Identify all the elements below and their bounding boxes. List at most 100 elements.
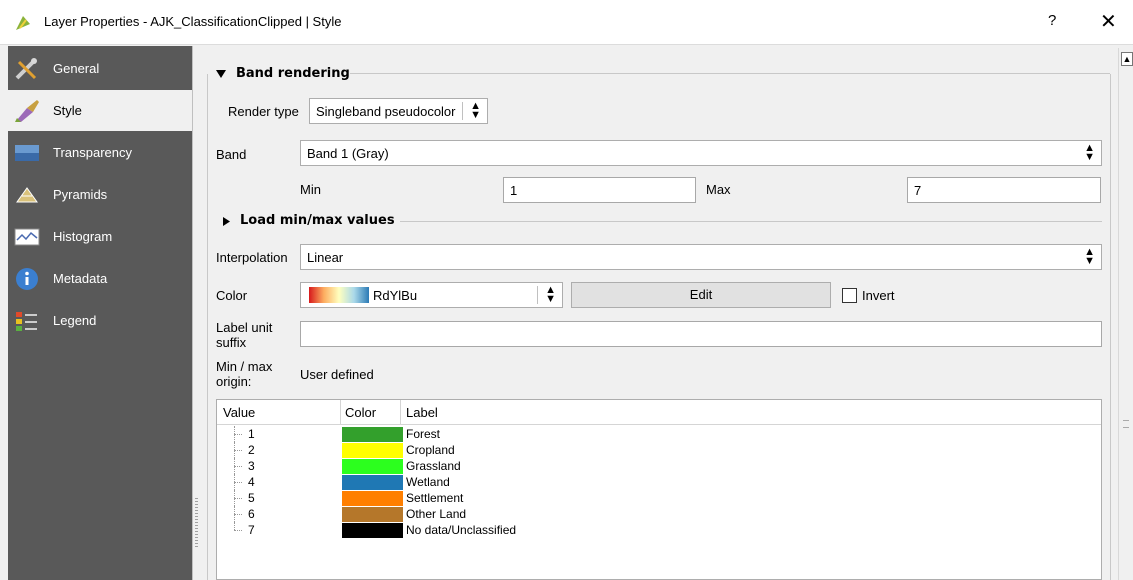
render-type-value: Singleband pseudocolor (316, 104, 456, 119)
transparency-icon (15, 145, 39, 161)
invert-label: Invert (862, 288, 895, 303)
class-value[interactable]: 6 (248, 506, 255, 522)
spin-arrows-icon: ▲ ▼ (1084, 246, 1095, 267)
table-row[interactable]: 2 Cropland (217, 442, 1101, 458)
class-color-swatch[interactable] (342, 459, 403, 474)
class-label[interactable]: Grassland (406, 458, 461, 474)
header-divider[interactable] (340, 400, 341, 424)
tree-connector (231, 522, 245, 538)
scroll-grip[interactable] (1123, 420, 1129, 428)
legend-icon (16, 312, 37, 331)
class-color-swatch[interactable] (342, 523, 403, 538)
class-color-swatch[interactable] (342, 491, 403, 506)
sidebar-item-style[interactable]: Style (8, 90, 192, 131)
invert-checkbox[interactable] (842, 288, 857, 303)
combo-separator (537, 286, 538, 304)
table-row[interactable]: 7 No data/Unclassified (217, 522, 1101, 538)
band-select[interactable]: Band 1 (Gray) ▲ ▼ (300, 140, 1102, 166)
interpolation-value: Linear (307, 250, 344, 265)
color-ramp-select[interactable]: RdYlBu ▲ ▼ (300, 282, 563, 308)
header-divider[interactable] (400, 400, 401, 424)
edit-button[interactable]: Edit (571, 282, 831, 308)
qgis-app-icon (16, 16, 30, 30)
class-label[interactable]: Wetland (406, 474, 450, 490)
title-bar: Layer Properties - AJK_ClassificationCli… (0, 0, 1133, 45)
table-header: Value Color Label (217, 400, 1101, 425)
splitter[interactable] (192, 46, 193, 580)
table-row[interactable]: 5 Settlement (217, 490, 1101, 506)
tree-connector (231, 490, 245, 506)
class-value[interactable]: 1 (248, 426, 255, 442)
help-button[interactable]: ? (1048, 12, 1056, 29)
label-unit-suffix-label: Label unit suffix (216, 320, 272, 350)
splitter-grip[interactable] (195, 498, 198, 548)
sidebar-item-metadata[interactable]: Metadata (8, 258, 192, 299)
tree-connector (231, 442, 245, 458)
sidebar-item-pyramids[interactable]: Pyramids (8, 174, 192, 215)
class-color-swatch[interactable] (342, 443, 403, 458)
table-row[interactable]: 1 Forest (217, 426, 1101, 442)
minmax-origin-value: User defined (300, 367, 374, 382)
class-color-swatch[interactable] (342, 427, 403, 442)
class-label[interactable]: Settlement (406, 490, 463, 506)
table-row[interactable]: 6 Other Land (217, 506, 1101, 522)
label-unit-suffix-input[interactable] (300, 321, 1102, 347)
minmax-origin-label: Min / max origin: (216, 359, 272, 389)
band-label: Band (216, 147, 247, 162)
class-color-swatch[interactable] (342, 507, 403, 522)
class-value[interactable]: 7 (248, 522, 255, 538)
vertical-scrollbar[interactable]: ▲ (1118, 48, 1133, 580)
class-value[interactable]: 4 (248, 474, 255, 490)
collapse-arrow-icon[interactable] (215, 69, 227, 79)
min-label: Min (300, 182, 321, 197)
sidebar-item-histogram[interactable]: Histogram (8, 216, 192, 257)
close-button[interactable]: ✕ (1100, 9, 1117, 34)
class-label[interactable]: Cropland (406, 442, 455, 458)
class-value[interactable]: 3 (248, 458, 255, 474)
expand-arrow-icon[interactable] (222, 216, 231, 227)
band-value: Band 1 (Gray) (307, 146, 389, 161)
sidebar-item-label: Metadata (53, 271, 108, 286)
sidebar-item-label: Pyramids (53, 187, 108, 202)
table-row[interactable]: 3 Grassland (217, 458, 1101, 474)
window-title: Layer Properties - AJK_ClassificationCli… (44, 14, 342, 29)
group-border-right (1110, 74, 1111, 580)
min-input[interactable]: 1 (503, 177, 696, 203)
class-label[interactable]: No data/Unclassified (406, 522, 516, 538)
section-divider (400, 221, 1102, 222)
interpolation-select[interactable]: Linear ▲ ▼ (300, 244, 1102, 270)
class-value[interactable]: 2 (248, 442, 255, 458)
sidebar-item-label: Histogram (53, 229, 113, 244)
classes-table[interactable]: Value Color Label 1 Forest 2 Cropland 3 Grass… (216, 399, 1102, 580)
scroll-up-arrow-icon[interactable]: ▲ (1121, 52, 1133, 66)
tree-connector (231, 506, 245, 522)
band-rendering-title[interactable]: Band rendering (236, 66, 350, 81)
combo-separator (462, 102, 463, 120)
sidebar-item-transparency[interactable]: Transparency (8, 132, 192, 173)
class-color-swatch[interactable] (342, 475, 403, 490)
sidebar-item-legend[interactable]: Legend (8, 300, 192, 341)
render-type-label: Render type (228, 104, 299, 119)
style-brush-icon (15, 100, 39, 122)
class-value[interactable]: 5 (248, 490, 255, 506)
sidebar-item-general[interactable]: General (8, 48, 192, 89)
header-value[interactable]: Value (223, 405, 255, 420)
class-label[interactable]: Forest (406, 426, 440, 442)
table-row[interactable]: 4 Wetland (217, 474, 1101, 490)
tree-connector (231, 426, 245, 442)
header-label[interactable]: Label (406, 405, 438, 420)
load-minmax-title[interactable]: Load min/max values (240, 213, 395, 228)
general-tools-icon (15, 58, 37, 80)
max-label: Max (706, 182, 731, 197)
max-input[interactable]: 7 (907, 177, 1101, 203)
header-color[interactable]: Color (345, 405, 376, 420)
min-value: 1 (510, 183, 518, 198)
render-type-select[interactable]: Singleband pseudocolor ▲ ▼ (309, 98, 488, 124)
metadata-info-icon (16, 268, 38, 290)
group-border-left (207, 74, 208, 580)
spin-arrows-icon: ▲ ▼ (1084, 142, 1095, 163)
label-unit-line-2: suffix (216, 335, 247, 350)
color-label: Color (216, 288, 248, 303)
class-label[interactable]: Other Land (406, 506, 466, 522)
minmax-origin-line-2: origin: (216, 374, 252, 389)
